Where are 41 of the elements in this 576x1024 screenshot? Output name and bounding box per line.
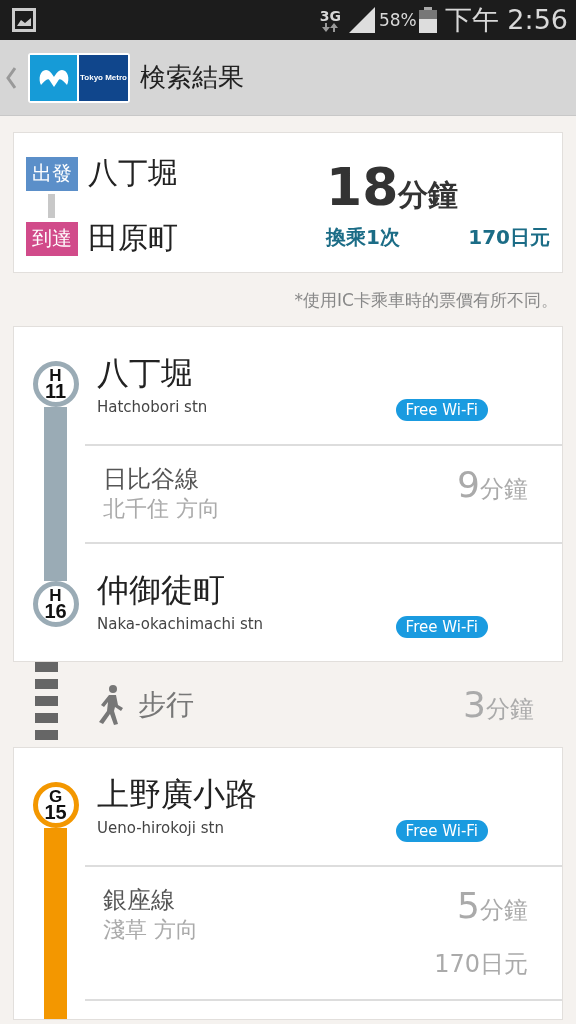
station-code-badge: H 16 — [32, 581, 79, 627]
battery-percent: 58% — [379, 10, 417, 30]
app-logo: Tokyo Metro — [28, 52, 130, 103]
back-icon[interactable] — [6, 66, 16, 89]
gallery-icon — [12, 8, 36, 32]
data-arrows-icon — [322, 22, 339, 32]
clock: 下午 2:56 — [444, 3, 568, 37]
walk-label: 步行 — [138, 686, 195, 723]
screen-title: 検索結果 — [140, 61, 244, 94]
line-name: 日比谷線 — [103, 464, 200, 494]
battery-icon — [418, 7, 437, 33]
line-direction: 北千住 方向 — [103, 495, 220, 523]
station-romaji: Hatchobori stn — [97, 398, 208, 416]
ride-duration: 5分鐘 — [457, 885, 528, 926]
wifi-badge: Free Wi-Fi — [395, 820, 488, 842]
station-code-badge: H 11 — [32, 361, 79, 407]
station-code-badge: G 15 — [32, 782, 79, 828]
departure-label: 出發 — [26, 156, 78, 191]
route-connector — [48, 194, 55, 218]
line-direction: 淺草 方向 — [103, 916, 198, 944]
walk-duration: 3分鐘 — [463, 684, 534, 725]
fare-note: *使用IC卡乘車時的票價有所不同。 — [294, 290, 558, 310]
total-fare: 170日元 — [468, 224, 550, 251]
station-name: 仲御徒町 — [97, 570, 226, 610]
wifi-badge: Free Wi-Fi — [395, 399, 488, 421]
station-romaji: Ueno-hirokoji stn — [97, 819, 224, 837]
total-duration: 18分鐘 — [326, 159, 459, 216]
signal-icon — [349, 7, 375, 33]
station-romaji: Naka-okachimachi stn — [97, 615, 264, 633]
line-name: 銀座線 — [103, 885, 176, 915]
station-name: 上野廣小路 — [97, 774, 258, 814]
network-type: 3G — [319, 8, 341, 23]
station-name: 八丁堀 — [97, 353, 194, 393]
arrival-label: 到達 — [26, 221, 78, 256]
departure-station: 八丁堀 — [88, 154, 178, 192]
leg-fare: 170日元 — [434, 949, 528, 980]
ride-duration: 9分鐘 — [457, 464, 528, 505]
arrival-station: 田原町 — [88, 219, 178, 257]
wifi-badge: Free Wi-Fi — [395, 616, 488, 638]
walking-person-icon — [96, 684, 124, 725]
transfer-count: 換乘1次 — [326, 224, 400, 251]
